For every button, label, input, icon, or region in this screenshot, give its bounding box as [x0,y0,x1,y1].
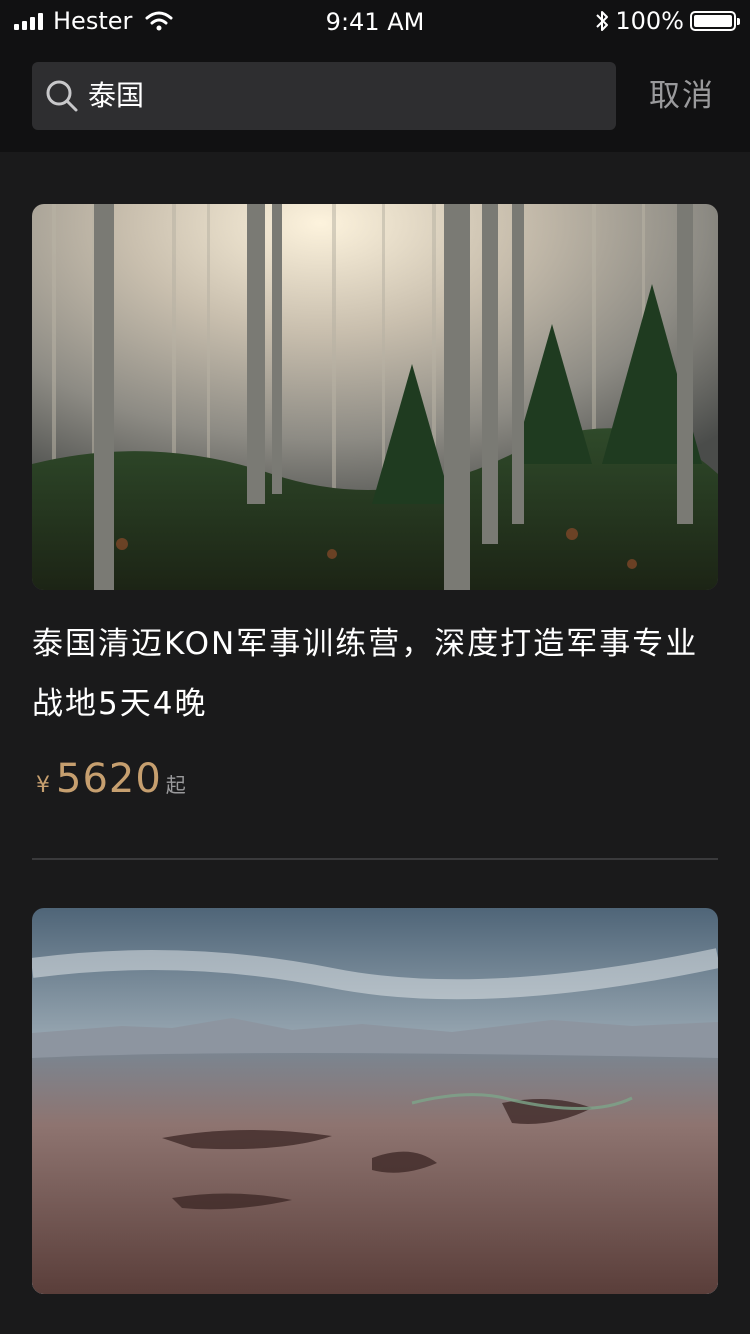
search-bar: 取消 [0,40,750,152]
price-value: 5620 [56,756,162,802]
status-right: 100% [595,7,740,35]
result-title[interactable]: 泰国清迈KON军事训练营，深度打造军事专业战地5天4晚 [32,614,722,734]
bluetooth-icon [596,11,609,31]
search-box[interactable] [32,62,616,130]
search-icon [46,80,78,112]
forest-photo [32,204,718,590]
search-input[interactable] [88,62,598,130]
price-suffix: 起 [165,773,186,797]
divider [32,858,718,860]
result-image-canyon[interactable] [32,908,718,1294]
price-currency: ¥ [36,773,50,798]
status-bar: Hester 9:41 AM 100% [0,0,750,40]
canyon-photo [32,908,718,1294]
result-image-forest[interactable] [32,204,718,590]
battery-percent: 100% [615,7,684,35]
battery-icon [690,11,740,31]
cancel-button[interactable]: 取消 [640,62,724,130]
price: ¥ 5620 起 [36,756,186,812]
